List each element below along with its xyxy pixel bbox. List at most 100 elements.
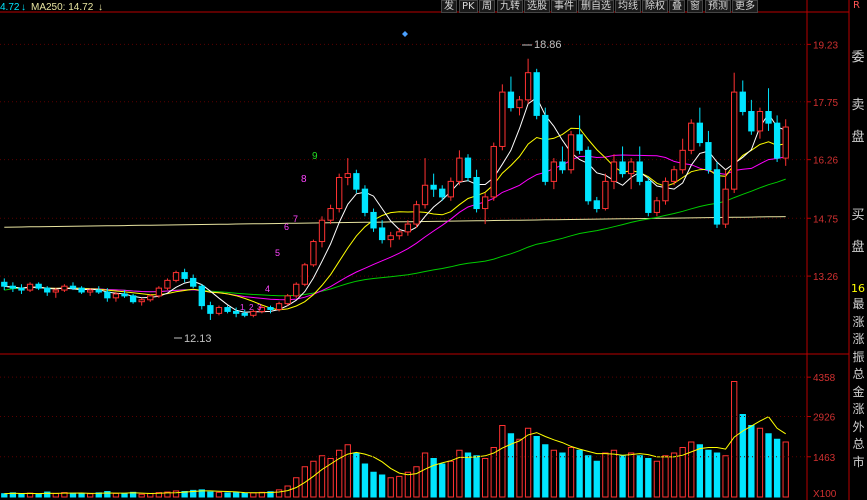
candle-body (1, 281, 8, 287)
volume-bar (310, 460, 317, 498)
volume-bar (138, 493, 145, 498)
candle-body (439, 188, 446, 198)
volume-bar (284, 485, 291, 498)
candle-body (696, 122, 703, 144)
toolbar-button-3[interactable]: 九转 (497, 0, 523, 13)
candle-body (327, 208, 334, 221)
volume-bar (602, 452, 609, 498)
candle-body (670, 169, 678, 182)
candle-body (87, 289, 94, 293)
candle-body (688, 122, 695, 151)
price-tick-label-0: 19.23 (813, 40, 838, 51)
price-tick-label-2: 16.26 (813, 156, 838, 167)
candle-body (232, 310, 240, 314)
volume-bar (662, 455, 669, 498)
side-label-sell-disk: 盘 (851, 130, 865, 145)
candle-body (430, 184, 437, 190)
candle-body (104, 291, 111, 299)
candle-body (447, 180, 454, 198)
candle-body (190, 277, 197, 287)
candle-body (78, 287, 85, 293)
volume-bar (387, 477, 394, 498)
candle-body (782, 126, 789, 159)
toolbar-button-0[interactable]: 发 (441, 0, 457, 13)
candle-body (370, 211, 377, 229)
volume-bar (688, 441, 695, 498)
volume-bar (748, 425, 755, 498)
volume-bar (670, 452, 678, 498)
candle-body (310, 241, 317, 266)
toolbar-r-glyph: R (851, 0, 862, 11)
toolbar-button-11[interactable]: 预测 (705, 0, 731, 13)
candle-body (267, 307, 274, 310)
volume-bar (44, 491, 51, 498)
volume-bar (104, 491, 111, 498)
td-marker-4: 4 (265, 284, 270, 294)
volume-bar (224, 492, 231, 498)
toolbar-button-5[interactable]: 事件 (551, 0, 577, 13)
toolbar-button-9[interactable]: 叠 (669, 0, 685, 13)
volume-tick-label-2: 1463 (813, 453, 836, 464)
high-price-label: 18.86 (534, 39, 562, 51)
volume-bar (404, 471, 412, 498)
candle-body (567, 134, 575, 171)
volume-bar (275, 489, 283, 498)
candle-body (207, 305, 214, 314)
volume-bar (645, 458, 652, 498)
volume-bar (782, 441, 789, 498)
candle-body (748, 111, 755, 132)
candle-body (396, 231, 403, 237)
volume-bar (35, 493, 42, 498)
candle-body (293, 283, 300, 297)
stock-chart[interactable]: 19.2317.7516.2614.7513.26 435829261463X1… (0, 0, 867, 500)
toolbar-button-4[interactable]: 选股 (524, 0, 550, 13)
volume-bar (713, 452, 721, 498)
volume-tick-label-1: 2926 (813, 413, 836, 424)
volume-bar (69, 492, 77, 498)
price-tick-label-4: 13.26 (813, 272, 838, 283)
candle-body (473, 177, 480, 210)
volume-bar (250, 492, 257, 498)
volume-bar (696, 444, 703, 498)
candle-body (602, 180, 609, 210)
candle-body (35, 283, 42, 289)
volume-bar (78, 493, 85, 498)
candle-body (516, 99, 523, 109)
toolbar-button-2[interactable]: 周 (479, 0, 495, 13)
volume-bar (627, 452, 635, 498)
volume-bar (722, 455, 729, 498)
volume-bar (585, 455, 592, 498)
side-label-entrust: 委 (851, 50, 865, 65)
volume-bar (499, 425, 506, 498)
candle-body (69, 285, 77, 289)
volume-bar (1, 493, 8, 498)
side-label-buy: 买 (851, 208, 865, 223)
toolbar-button-1[interactable]: PK (459, 0, 478, 13)
price-tick-label-3: 14.75 (813, 214, 838, 225)
candle-body (52, 289, 59, 293)
td-marker-8: 8 (301, 174, 307, 185)
candle-body (284, 295, 291, 305)
volume-tick-label-0: 4358 (813, 373, 836, 384)
toolbar-button-6[interactable]: 删自选 (578, 0, 614, 13)
volume-bar (576, 449, 583, 498)
volume-bar (353, 452, 360, 498)
volume-bar (207, 491, 214, 498)
candle-body (765, 111, 772, 124)
candle-body (593, 200, 600, 210)
candle-body (645, 180, 652, 213)
candle-body (112, 293, 120, 299)
toolbar-button-8[interactable]: 除权 (642, 0, 668, 13)
candle-body (155, 287, 163, 297)
toolbar-button-7[interactable]: 均线 (615, 0, 641, 13)
td-marker-6: 6 (284, 222, 289, 232)
volume-bar (232, 492, 240, 498)
ma250-legend: MA250: 14.72 (31, 2, 94, 13)
candle-body (482, 196, 489, 210)
volume-bar (413, 466, 420, 498)
candle-body (224, 307, 231, 312)
candle-body (499, 91, 506, 147)
toolbar-button-10[interactable]: 窗 (687, 0, 703, 13)
toolbar-button-12[interactable]: 更多 (732, 0, 758, 13)
candle-body (559, 161, 566, 171)
